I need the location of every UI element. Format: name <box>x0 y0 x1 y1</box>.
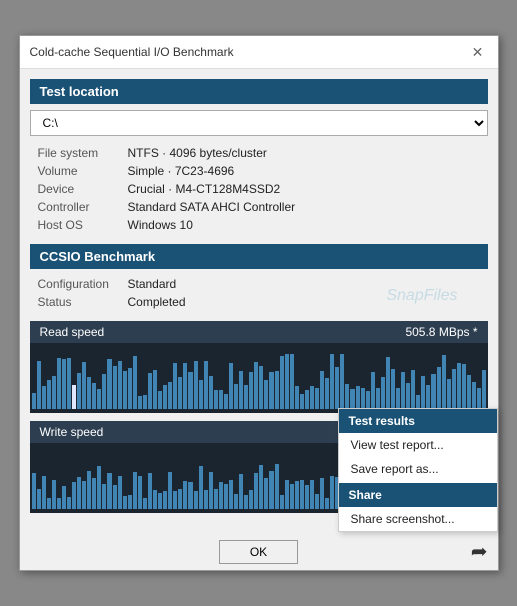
label-config: Configuration <box>30 275 120 293</box>
drive-select-wrap: C:\ <box>30 110 488 136</box>
close-button[interactable]: ✕ <box>468 42 488 62</box>
value-device: Crucial · M4-CT128M4SSD2 <box>120 180 488 198</box>
test-location-header: Test location <box>30 79 488 104</box>
footer-wrap: OK ➦ Test results View test report... Sa… <box>20 531 498 570</box>
read-speed-value: 505.8 MBps * <box>405 325 477 339</box>
read-speed-chart <box>30 343 488 413</box>
read-speed-section: Read speed 505.8 MBps * <box>30 321 488 413</box>
context-menu: Test results View test report... Save re… <box>338 408 498 532</box>
window-title: Cold-cache Sequential I/O Benchmark <box>30 45 234 59</box>
table-row: Status Completed <box>30 293 488 311</box>
read-speed-header: Read speed 505.8 MBps * <box>30 321 488 343</box>
main-window: Cold-cache Sequential I/O Benchmark ✕ Te… <box>19 35 499 571</box>
save-report-item[interactable]: Save report as... <box>339 457 497 481</box>
value-config: Standard <box>120 275 488 293</box>
label-device: Device <box>30 180 120 198</box>
read-speed-label: Read speed <box>40 325 105 339</box>
read-chart-bars <box>30 343 488 413</box>
label-filesystem: File system <box>30 144 120 162</box>
title-bar: Cold-cache Sequential I/O Benchmark ✕ <box>20 36 498 69</box>
table-row: Host OS Windows 10 <box>30 216 488 234</box>
benchmark-header: CCSIO Benchmark <box>30 244 488 269</box>
table-row: Device Crucial · M4-CT128M4SSD2 <box>30 180 488 198</box>
table-row: File system NTFS · 4096 bytes/cluster <box>30 144 488 162</box>
table-row: Controller Standard SATA AHCI Controller <box>30 198 488 216</box>
table-row: Volume Simple · 7C23-4696 <box>30 162 488 180</box>
context-menu-share-header: Share <box>339 483 497 507</box>
table-row: Configuration Standard <box>30 275 488 293</box>
footer: OK ➦ <box>20 531 498 570</box>
ok-button[interactable]: OK <box>219 540 298 564</box>
context-menu-results-header: Test results <box>339 409 497 433</box>
value-filesystem: NTFS · 4096 bytes/cluster <box>120 144 488 162</box>
share-screenshot-item[interactable]: Share screenshot... <box>339 507 497 531</box>
label-status: Status <box>30 293 120 311</box>
value-volume: Simple · 7C23-4696 <box>120 162 488 180</box>
write-speed-label: Write speed <box>40 425 104 439</box>
label-volume: Volume <box>30 162 120 180</box>
value-controller: Standard SATA AHCI Controller <box>120 198 488 216</box>
label-controller: Controller <box>30 198 120 216</box>
view-test-report-item[interactable]: View test report... <box>339 433 497 457</box>
label-hostos: Host OS <box>30 216 120 234</box>
value-status: Completed <box>120 293 488 311</box>
share-icon[interactable]: ➦ <box>471 539 488 564</box>
value-hostos: Windows 10 <box>120 216 488 234</box>
system-info-table: File system NTFS · 4096 bytes/cluster Vo… <box>30 144 488 234</box>
benchmark-info-table: Configuration Standard Status Completed <box>30 275 488 311</box>
drive-select[interactable]: C:\ <box>30 110 488 136</box>
